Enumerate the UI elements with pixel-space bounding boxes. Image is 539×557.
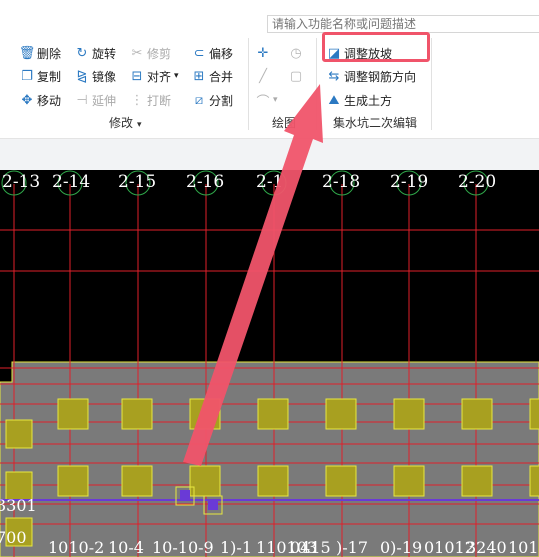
axis-label: 2-13 <box>2 172 41 192</box>
move-icon: ✥ <box>21 92 33 108</box>
sump-group-label: 集水坑二次编辑 <box>333 116 418 130</box>
left-dimension-bottom: 700 <box>0 528 27 547</box>
chevron-down-icon: ▾ <box>174 71 179 81</box>
bottom-dimension-label: 0415 <box>290 538 331 557</box>
bottom-dimension-label: 10-10-9 <box>152 538 214 557</box>
sump-pit-core <box>208 500 218 510</box>
axis-label: 2-19 <box>390 172 429 192</box>
rectangle-tool-button[interactable]: ▢ <box>289 66 306 86</box>
mirror-button[interactable]: ⧎ 镜像 <box>75 66 116 86</box>
align-icon: ⊟ <box>131 68 143 84</box>
column <box>529 398 539 430</box>
column <box>325 398 357 430</box>
extend-button[interactable]: ⊣ 延伸 <box>75 90 116 110</box>
sump-pit-core <box>180 490 190 500</box>
column <box>325 465 357 497</box>
bottom-dimension-label: 1)-1 <box>220 538 253 557</box>
cad-drawing[interactable] <box>0 170 539 557</box>
column <box>121 398 153 430</box>
axis-label: 2-16 <box>186 172 225 192</box>
bottom-dimension-label: 0)-19 <box>380 538 423 557</box>
arc-tool-button[interactable]: ◷ <box>289 43 306 63</box>
highlight-box <box>322 32 430 62</box>
chevron-down-icon: ▾ <box>273 95 278 105</box>
column <box>257 398 289 430</box>
left-dimension-top: 3301 <box>0 496 37 515</box>
copy-button[interactable]: ❐ 复制 <box>20 66 61 86</box>
column <box>57 398 89 430</box>
adjust-rebar-direction-button[interactable]: ⇆ 调整钢筋方向 <box>327 66 416 86</box>
axis-label: 2-15 <box>118 172 157 192</box>
split-button[interactable]: ⧄ 分割 <box>192 90 233 110</box>
slab-area <box>0 361 539 557</box>
curve-icon: ⌒ <box>256 94 270 110</box>
column <box>121 465 153 497</box>
trim-button[interactable]: ✂ 修剪 <box>130 43 171 63</box>
drawing-canvas[interactable]: 2-13 2-14 2-15 2-16 2-1 2-18 2-19 2-20 3301 700… <box>0 170 539 557</box>
bottom-dimension-label: 3240 <box>466 538 507 557</box>
column <box>461 398 493 430</box>
rotate-icon: ↻ <box>76 45 88 61</box>
axis-label: 2-20 <box>458 172 497 192</box>
line-icon: ╱ <box>259 68 267 84</box>
toolbar-spacer <box>0 138 539 171</box>
mirror-icon: ⧎ <box>76 68 88 84</box>
rectangle-icon: ▢ <box>289 68 303 84</box>
generate-earthwork-button[interactable]: ⛰ 生成土方 <box>327 90 392 110</box>
trim-icon: ✂ <box>131 45 143 61</box>
modify-group-label[interactable]: 修改 ▾ <box>109 114 142 131</box>
group-divider <box>431 38 432 130</box>
delete-button[interactable]: 🗑 删除 <box>18 43 61 63</box>
column <box>189 398 221 430</box>
column <box>529 465 539 497</box>
copy-icon: ❐ <box>21 68 33 84</box>
column <box>257 465 289 497</box>
column <box>393 398 425 430</box>
break-button[interactable]: ⋮ 打断 <box>130 90 172 110</box>
rebar-direction-icon: ⇆ <box>328 68 340 84</box>
group-divider <box>248 38 249 130</box>
rotate-button[interactable]: ↻ 旋转 <box>75 43 116 63</box>
axis-label: 2-1 <box>256 172 284 192</box>
break-icon: ⋮ <box>130 92 144 108</box>
split-icon: ⧄ <box>194 92 204 108</box>
merge-icon: ⊞ <box>193 68 205 84</box>
bottom-dimension-label: 1010-2 <box>48 538 105 557</box>
extend-icon: ⊣ <box>76 92 88 108</box>
column <box>461 465 493 497</box>
column <box>57 465 89 497</box>
bottom-dimension-label: 10-4 <box>108 538 144 557</box>
earthwork-icon: ⛰ <box>328 92 340 108</box>
line-tool-button[interactable]: ╱ <box>256 66 273 86</box>
clock-arc-icon: ◷ <box>290 45 302 61</box>
move-button[interactable]: ✥ 移动 <box>20 90 61 110</box>
crosshair-icon: ✛ <box>257 45 269 61</box>
bottom-dimension-label: 1010 <box>508 538 539 557</box>
draw-group-label: 绘图 <box>272 116 297 130</box>
merge-button[interactable]: ⊞ 合并 <box>192 66 233 86</box>
axis-label: 2-14 <box>52 172 91 192</box>
bottom-dimension-label: )-17 <box>336 538 369 557</box>
point-tool-button[interactable]: ✛ <box>256 43 273 63</box>
chevron-down-icon: ▾ <box>137 120 142 130</box>
axis-label: 2-18 <box>322 172 361 192</box>
offset-button[interactable]: ⊂ 偏移 <box>192 43 233 63</box>
group-divider <box>316 38 317 130</box>
column <box>5 419 33 449</box>
curve-tool-button[interactable]: ⌒ ▾ <box>256 90 278 110</box>
trash-icon: 🗑 <box>18 45 36 61</box>
offset-icon: ⊂ <box>193 45 205 61</box>
search-input[interactable] <box>267 15 539 33</box>
align-button[interactable]: ⊟ 对齐 ▾ <box>130 66 179 86</box>
column <box>393 465 425 497</box>
ribbon-toolbar: 🗑删除 ↻旋转 ✂修剪 ⊂偏移 ❐复制 ⧎镜像 ⊟对齐▾ ⊞合并 ✥移动 ⊣延伸… <box>0 0 539 138</box>
